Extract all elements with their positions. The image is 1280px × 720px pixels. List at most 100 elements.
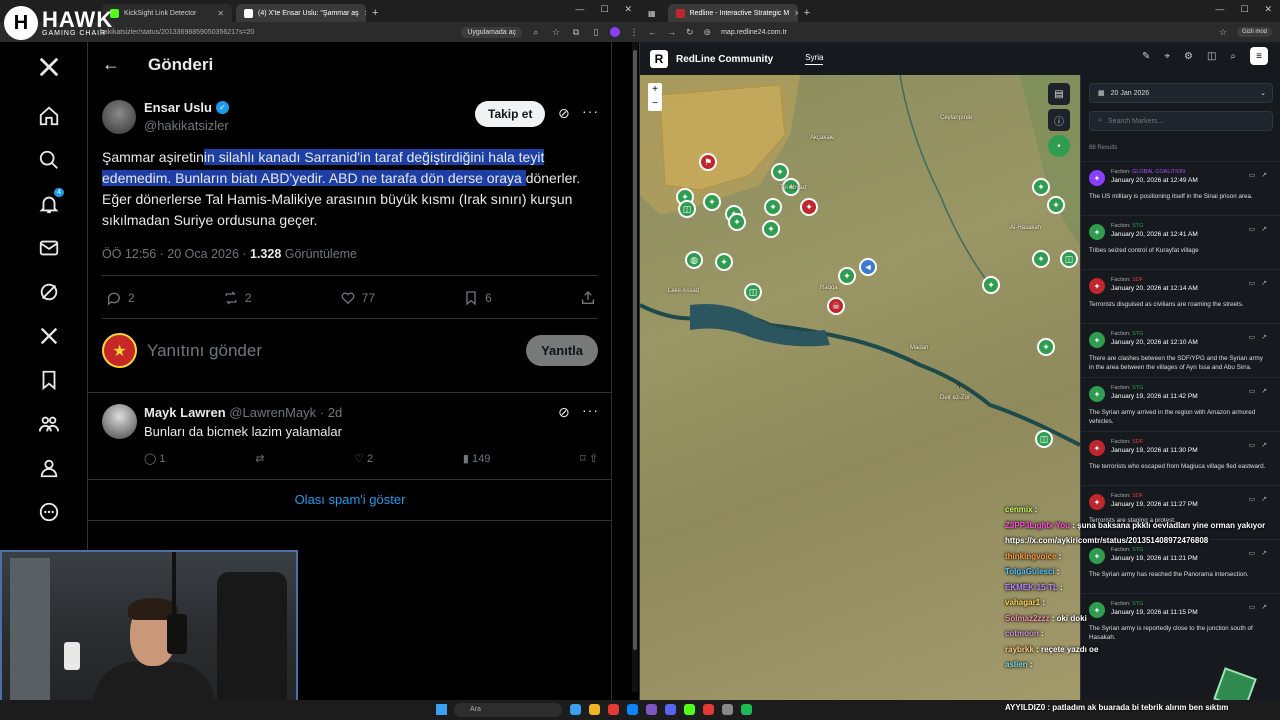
maximize-icon[interactable]: ☐: [1240, 4, 1248, 15]
map-marker-coalition[interactable]: ◄: [859, 258, 877, 276]
home-icon[interactable]: [36, 103, 62, 129]
chat-username[interactable]: cotmoon: [1005, 629, 1039, 638]
communities-icon[interactable]: [36, 411, 62, 437]
close-window-icon[interactable]: ✕: [1264, 4, 1272, 15]
bookmarks-icon[interactable]: [36, 367, 62, 393]
reply-more-icon[interactable]: ···: [582, 402, 599, 418]
pin-icon[interactable]: ⌖: [1164, 51, 1170, 65]
x-premium-icon[interactable]: [36, 323, 62, 349]
forward-icon[interactable]: →: [667, 27, 676, 37]
app-icon[interactable]: [646, 704, 657, 715]
chat-username[interactable]: TolgaGulesci: [1005, 567, 1055, 576]
tab-grid-icon[interactable]: ▦: [648, 9, 656, 18]
messages-icon[interactable]: [36, 235, 62, 261]
search-icon[interactable]: [36, 147, 62, 173]
app-icon[interactable]: [570, 704, 581, 715]
grok-explain-icon[interactable]: ⊘: [558, 105, 570, 122]
chat-username[interactable]: vahagar1: [1005, 598, 1040, 607]
tweet-more-icon[interactable]: ···: [582, 103, 599, 119]
back-icon[interactable]: ←: [648, 27, 657, 37]
event-feed-item[interactable]: ✦ Faction: STG January 20, 2026 at 12:41 A…: [1081, 215, 1280, 269]
author-handle[interactable]: @hakikatsizler: [144, 118, 229, 133]
spotify-icon[interactable]: [741, 704, 752, 715]
bookmark-icon[interactable]: ⌑ ⇧: [580, 452, 598, 465]
reply-author-name[interactable]: Mayk Lawren: [144, 405, 226, 420]
close-tab-icon[interactable]: ✕: [217, 9, 224, 18]
reload-icon[interactable]: ↻: [686, 27, 694, 38]
open-link-icon[interactable]: ↗: [1261, 280, 1273, 287]
video-icon[interactable]: ▭: [1249, 226, 1262, 233]
chat-username[interactable]: Z3PP3Lightx You: [1005, 521, 1070, 530]
chat-username[interactable]: EKMEK-15-TL: [1005, 583, 1058, 592]
map-info-icon[interactable]: ⓘ: [1048, 109, 1070, 131]
open-link-icon[interactable]: ↗: [1261, 172, 1273, 179]
windows-start-icon[interactable]: [436, 704, 447, 715]
map-marker-stg[interactable]: ✦: [762, 220, 780, 238]
reply-button[interactable]: Yanıtla: [526, 335, 598, 366]
zoom-out-icon[interactable]: −: [648, 97, 662, 111]
maximize-icon[interactable]: ☐: [600, 4, 608, 15]
minimize-icon[interactable]: —: [575, 4, 584, 15]
site-info-icon[interactable]: ⊜: [704, 27, 712, 38]
follow-button[interactable]: Takip et: [475, 101, 546, 127]
share-action[interactable]: [580, 290, 596, 306]
extensions-icon[interactable]: ⧉: [570, 27, 582, 38]
map-marker-sdf[interactable]: ⚑: [699, 153, 717, 171]
taskbar-search[interactable]: Ara: [454, 703, 562, 717]
map-marker-stg[interactable]: ✦: [1047, 196, 1065, 214]
map-marker-stg[interactable]: ✦: [1037, 338, 1055, 356]
event-feed-item[interactable]: ✦ Faction: SDF January 20, 2026 at 12:14 A…: [1081, 269, 1280, 323]
my-avatar[interactable]: ★: [102, 333, 137, 368]
app-icon[interactable]: [703, 704, 714, 715]
map-marker-stg[interactable]: ✦: [728, 213, 746, 231]
video-icon[interactable]: ▭: [1249, 280, 1262, 287]
tag-icon[interactable]: ✎: [1142, 51, 1150, 65]
more-options-icon[interactable]: [36, 499, 62, 525]
settings-gear-icon[interactable]: ⚙: [1184, 51, 1193, 65]
chrome-icon[interactable]: [608, 704, 619, 715]
chat-username[interactable]: cenmix: [1005, 505, 1033, 514]
profile-icon[interactable]: [36, 455, 62, 481]
map-marker-stg[interactable]: ◫: [744, 283, 762, 301]
video-icon[interactable]: ▭: [1249, 334, 1262, 341]
sidepanel-icon[interactable]: ▯: [590, 27, 602, 38]
date-selector[interactable]: ▦ 20 Jan 2026 ⌄: [1089, 83, 1273, 103]
map-marker-stg[interactable]: ✦: [1032, 250, 1050, 268]
repost-icon[interactable]: ⇄: [255, 452, 264, 465]
show-spam-link[interactable]: Olası spam'i göster: [88, 492, 612, 507]
reply-author-avatar[interactable]: [102, 404, 137, 439]
bookmark-star-icon[interactable]: ☆: [550, 27, 562, 38]
reply-input[interactable]: Yanıtını gönder: [147, 341, 526, 361]
open-in-app-button[interactable]: Uygulamada aç: [461, 26, 522, 38]
grok-explain-icon[interactable]: ⊘: [558, 404, 570, 421]
discord-icon[interactable]: [665, 704, 676, 715]
map-marker-stg[interactable]: ✦: [715, 253, 733, 271]
bookmark-star-icon[interactable]: ☆: [1219, 27, 1227, 38]
tab-kicksight[interactable]: KickSight Link Detector ✕: [102, 4, 232, 22]
open-link-icon[interactable]: ↗: [1261, 388, 1273, 395]
map-marker-stg[interactable]: ◫: [1035, 430, 1053, 448]
redline-logo-icon[interactable]: R: [650, 50, 668, 68]
scrollbar-thumb[interactable]: [633, 50, 637, 650]
file-explorer-icon[interactable]: [589, 704, 600, 715]
like-action[interactable]: 77: [340, 290, 375, 306]
profile-avatar[interactable]: [610, 27, 620, 37]
chat-username[interactable]: raybrkk: [1005, 645, 1034, 654]
tweet-timestamp[interactable]: ÖÖ 12:56 · 20 Oca 2026 ·: [102, 247, 250, 261]
repost-action[interactable]: 2: [223, 290, 252, 306]
bookmark-action[interactable]: 6: [463, 290, 492, 306]
url-field[interactable]: map.redline24.com.tr: [721, 29, 1209, 36]
new-tab-icon[interactable]: +: [372, 7, 378, 19]
event-feed-item[interactable]: ✦ Faction: SDF January 19, 2026 at 11:30 P…: [1081, 431, 1280, 485]
map-marker-stg[interactable]: ✦: [764, 198, 782, 216]
map-layers-icon[interactable]: ▤: [1048, 83, 1070, 105]
video-icon[interactable]: ▭: [1249, 388, 1262, 395]
menu-icon[interactable]: ≡: [1250, 47, 1268, 65]
map-marker-stg[interactable]: ✦: [703, 193, 721, 211]
map-marker-sdf[interactable]: ☠: [827, 297, 845, 315]
map-marker-sdf[interactable]: ✦: [800, 198, 818, 216]
browser-menu-icon[interactable]: ⋮: [628, 27, 640, 38]
reply-action[interactable]: ◯ 1: [144, 452, 166, 465]
event-feed-item[interactable]: ✦ Faction: GLOBAL COALITION January 20, 20…: [1081, 161, 1280, 215]
minimize-icon[interactable]: —: [1215, 4, 1224, 15]
